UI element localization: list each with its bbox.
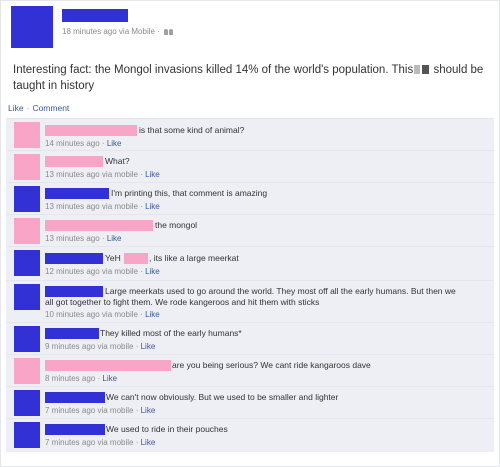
friends-audience-icon[interactable]	[163, 28, 173, 35]
commenter-avatar[interactable]	[14, 358, 40, 384]
commenter-name-redacted[interactable]	[45, 424, 105, 435]
comment-text-b: , its like a large meerkat	[149, 253, 239, 263]
comment-like-link[interactable]: Like	[141, 406, 156, 415]
commenter-name-redacted[interactable]	[45, 328, 99, 339]
comment: What? 13 minutes ago via mobile · Like	[6, 150, 494, 182]
commenter-avatar[interactable]	[14, 422, 40, 448]
post-body: Interesting fact: the Mongol invasions k…	[13, 62, 493, 94]
comment: the mongol 13 minutes ago · Like	[6, 214, 494, 246]
comment: YeH , its like a large meerkat 12 minute…	[6, 246, 494, 280]
comment-like-link[interactable]: Like	[145, 202, 160, 211]
commenter-name-redacted[interactable]	[45, 360, 171, 371]
comment: are you being serious? We cant ride kang…	[6, 354, 494, 386]
post-meta: 18 minutes ago via Mobile ·	[62, 27, 173, 36]
post-actions: Like · Comment	[8, 103, 70, 113]
mentioned-name-redacted[interactable]	[124, 253, 148, 264]
comment-meta: 12 minutes ago via mobile · Like	[45, 267, 160, 276]
comment-link[interactable]: Comment	[32, 103, 69, 113]
like-link[interactable]: Like	[8, 103, 24, 113]
comment-like-link[interactable]: Like	[145, 267, 160, 276]
comment-text: the mongol	[155, 220, 198, 230]
commenter-avatar[interactable]	[14, 154, 40, 180]
comment-text: is that some kind of animal?	[139, 125, 245, 135]
commenter-name-redacted[interactable]	[45, 253, 103, 264]
commenter-avatar[interactable]	[14, 186, 40, 212]
comment-like-link[interactable]: Like	[107, 234, 122, 243]
commenter-name-redacted[interactable]	[45, 286, 103, 297]
comment-like-link[interactable]: Like	[141, 438, 156, 447]
comment: We can't now obviously. But we used to b…	[6, 386, 494, 418]
commenter-name-redacted[interactable]	[45, 220, 153, 231]
poster-name-redacted[interactable]	[62, 9, 128, 22]
commenter-avatar[interactable]	[14, 284, 40, 310]
comment-meta: 9 minutes ago via mobile · Like	[45, 342, 156, 351]
redacted-word	[414, 65, 421, 74]
comment-meta: 13 minutes ago via mobile · Like	[45, 202, 160, 211]
comment-text: They killed most of the early humans*	[100, 328, 242, 338]
commenter-avatar[interactable]	[14, 218, 40, 244]
commenter-avatar[interactable]	[14, 250, 40, 276]
comment-text-a: YeH	[105, 253, 121, 263]
commenter-name-redacted[interactable]	[45, 125, 137, 136]
comment-text: We used to ride in their pouches	[106, 424, 228, 434]
comment-text: We can't now obviously. But we used to b…	[106, 392, 339, 402]
comment-meta: 13 minutes ago · Like	[45, 234, 122, 243]
post-text-part1: Interesting fact: the Mongol invasions k…	[13, 64, 414, 76]
comment-like-link[interactable]: Like	[107, 139, 122, 148]
comment-list: is that some kind of animal? 14 minutes …	[6, 118, 494, 452]
redacted-word	[422, 65, 430, 74]
comment-meta: 14 minutes ago · Like	[45, 139, 122, 148]
comment-text-line1: Large meerkats used to go around the wor…	[105, 286, 456, 296]
comment-meta: 7 minutes ago via mobile · Like	[45, 438, 156, 447]
comment: Large meerkats used to go around the wor…	[6, 280, 494, 322]
comment-like-link[interactable]: Like	[102, 374, 117, 383]
commenter-name-redacted[interactable]	[45, 392, 105, 403]
comment: They killed most of the early humans* 9 …	[6, 322, 494, 354]
commenter-avatar[interactable]	[14, 122, 40, 148]
comment-meta: 10 minutes ago via mobile · Like	[45, 310, 160, 319]
comment-text: I'm printing this, that comment is amazi…	[111, 188, 268, 198]
comment: I'm printing this, that comment is amazi…	[6, 182, 494, 214]
commenter-name-redacted[interactable]	[45, 156, 103, 167]
poster-avatar[interactable]	[11, 6, 53, 48]
comment: is that some kind of animal? 14 minutes …	[6, 118, 494, 150]
comment-like-link[interactable]: Like	[141, 342, 156, 351]
comment-text: What?	[105, 156, 130, 166]
commenter-avatar[interactable]	[14, 326, 40, 352]
commenter-avatar[interactable]	[14, 390, 40, 416]
comment-meta: 7 minutes ago via mobile · Like	[45, 406, 156, 415]
comment-meta: 13 minutes ago via mobile · Like	[45, 170, 160, 179]
comment: We used to ride in their pouches 7 minut…	[6, 418, 494, 452]
comment-like-link[interactable]: Like	[145, 170, 160, 179]
comment-text: are you being serious? We cant ride kang…	[172, 360, 371, 370]
commenter-name-redacted[interactable]	[45, 188, 109, 199]
comment-like-link[interactable]: Like	[145, 310, 160, 319]
post-timestamp[interactable]: 18 minutes ago via Mobile	[62, 27, 155, 36]
comment-text-line2: all got together to fight them. We rode …	[45, 297, 320, 307]
comment-meta: 8 minutes ago · Like	[45, 374, 118, 383]
